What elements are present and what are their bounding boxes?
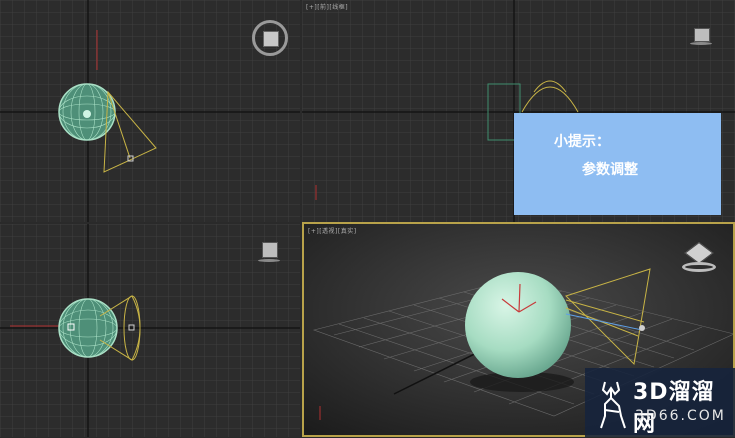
tip-title: 小提示： [554,134,610,150]
sphere-shaded [465,272,571,378]
watermark-logo: 3D溜溜网 3D66.COM [585,368,735,437]
deer-logo-icon [600,381,626,429]
sphere-wireframe-left [58,298,118,358]
tip-panel: 小提示： 参数调整 [514,113,721,215]
watermark-url: 3D66.COM [635,408,726,424]
watermark-brand: 3D溜溜网 [633,380,715,437]
viewcube-icon[interactable] [258,242,280,264]
viewport-top[interactable] [0,0,300,222]
left-viewport-canvas [0,224,300,437]
viewcube-icon[interactable] [690,28,712,46]
viewcube-icon[interactable] [252,20,288,56]
viewport-left[interactable] [0,224,300,437]
tip-body: 参数调整 [582,162,638,178]
viewport-label-front[interactable]: [+][前][线框] [306,2,348,11]
viewport-label-perspective[interactable]: [+][透视][真实] [308,226,357,235]
viewcube-icon[interactable] [682,242,716,274]
